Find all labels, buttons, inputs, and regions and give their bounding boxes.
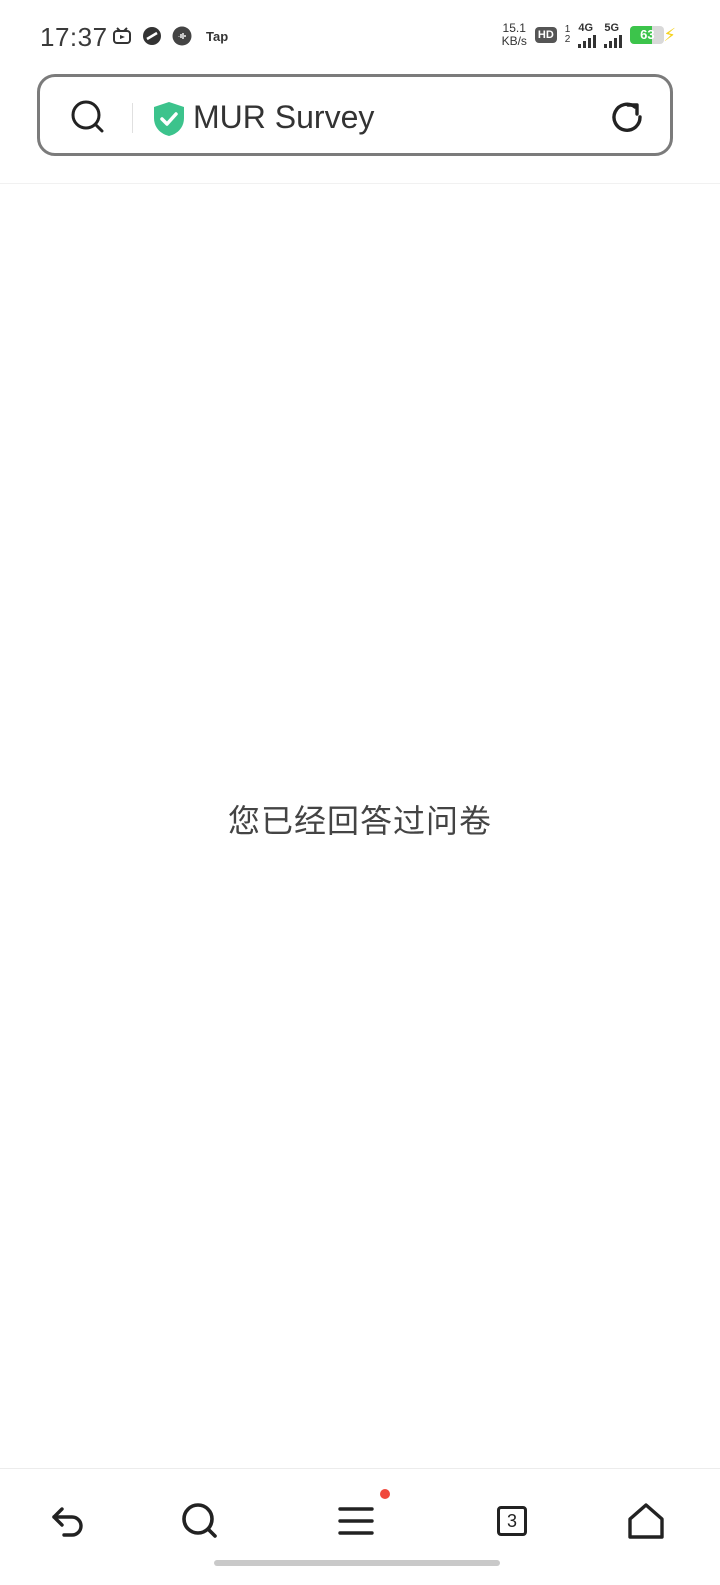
page-title[interactable]: MUR Survey [193, 99, 374, 136]
home-icon [628, 1503, 664, 1539]
back-button[interactable] [46, 1499, 90, 1543]
bottom-toolbar: 3 [0, 1468, 720, 1585]
menu-button[interactable] [334, 1499, 378, 1543]
link-app-icon [142, 26, 162, 46]
battery-indicator: 63 ⚡ [630, 25, 676, 46]
tab-count-badge: 3 [497, 1506, 527, 1536]
search-button[interactable] [178, 1499, 222, 1543]
signal-4g: 4G [578, 22, 597, 48]
address-bar[interactable]: MUR Survey [37, 74, 673, 156]
status-bar: 17:37 Tap 15.1 KB/s HD 1 2 4G 5G 63 ⚡ [0, 0, 720, 72]
menu-icon [338, 1507, 374, 1535]
signal-5g: 5G [604, 22, 623, 48]
search-icon[interactable] [70, 99, 106, 135]
voice-app-icon [172, 26, 192, 46]
secure-shield-icon [152, 101, 186, 137]
charging-icon: ⚡ [663, 24, 676, 45]
notification-dot [380, 1489, 390, 1499]
tabs-button[interactable]: 3 [490, 1499, 534, 1543]
search-icon [182, 1503, 217, 1538]
tv-app-icon [112, 27, 132, 45]
notification-icons: Tap [112, 26, 228, 46]
signal-bars-icon [578, 34, 597, 48]
battery-icon: 63 [630, 26, 665, 44]
address-divider [132, 103, 133, 133]
signal-bars-icon [604, 34, 623, 48]
refresh-icon[interactable] [608, 98, 646, 136]
already-answered-message: 您已经回答过问卷 [227, 803, 492, 839]
status-time: 17:37 [40, 22, 108, 52]
gesture-home-indicator[interactable] [214, 1560, 500, 1566]
system-indicators: 15.1 KB/s HD 1 2 4G 5G 63 ⚡ [502, 22, 676, 48]
network-speed: 15.1 KB/s [501, 21, 527, 48]
home-button[interactable] [624, 1499, 668, 1543]
header-divider [0, 183, 720, 184]
sim-indicator: 1 2 [564, 24, 571, 45]
taptap-icon: Tap [206, 28, 229, 44]
hd-voice-badge: HD [534, 27, 557, 43]
back-arrow-icon [52, 1507, 83, 1537]
